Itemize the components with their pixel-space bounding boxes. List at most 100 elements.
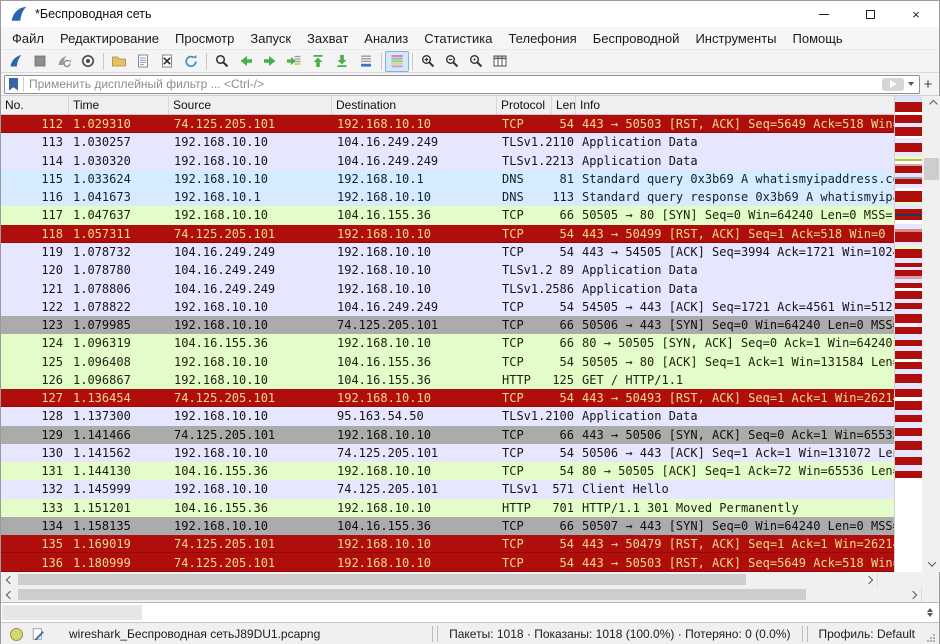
packet-row[interactable]: 1241.096319104.16.155.36192.168.10.10TCP… [1,334,894,352]
packet-row[interactable]: 1151.033624192.168.10.10192.168.10.1DNS8… [1,170,894,188]
reload-file-button[interactable] [179,51,203,72]
column-header-info[interactable]: Info [576,96,894,114]
packet-row[interactable]: 1341.158135192.168.10.10104.16.155.36TCP… [1,517,894,535]
colorize-packets-button[interactable] [385,51,409,72]
packet-row[interactable]: 1351.16901974.125.205.101192.168.10.10TC… [1,535,894,553]
packet-row[interactable]: 1161.041673192.168.10.1192.168.10.10DNS1… [1,188,894,206]
save-file-button[interactable] [131,51,155,72]
capture-options-button[interactable] [76,51,100,72]
go-forward-button[interactable] [258,51,282,72]
column-header-time[interactable]: Time [69,96,169,114]
filter-dropdown-icon[interactable] [908,82,914,86]
column-header-length[interactable]: Length [552,96,576,114]
column-header-destination[interactable]: Destination [332,96,497,114]
column-header-source[interactable]: Source [169,96,332,114]
col-info: 50505 → 80 [ACK] Seq=1 Ack=1 Win=131584 … [576,355,894,369]
hscroll-thumb-2[interactable] [18,589,806,600]
display-filter-input[interactable]: Применить дисплейный фильтр ... <Ctrl-/> [4,75,920,94]
packet-row[interactable]: 1291.14146674.125.205.101192.168.10.10TC… [1,426,894,444]
packet-row[interactable]: 1131.030257192.168.10.10104.16.249.249TL… [1,133,894,151]
menu-item-4[interactable]: Запуск [242,29,299,48]
packet-row[interactable]: 1121.02931074.125.205.101192.168.10.10TC… [1,115,894,133]
stop-capture-button[interactable] [28,51,52,72]
add-filter-button[interactable]: + [920,75,936,94]
col-time: 1.029310 [69,117,169,131]
packet-row[interactable]: 1331.151201104.16.155.36192.168.10.10HTT… [1,499,894,517]
open-file-button[interactable] [107,51,131,72]
menu-item-2[interactable]: Редактирование [52,29,167,48]
scroll-right-button[interactable] [860,572,877,587]
packet-row[interactable]: 1311.144130104.16.155.36192.168.10.10TCP… [1,462,894,480]
menu-item-9[interactable]: Беспроводной [585,29,688,48]
menu-item-3[interactable]: Просмотр [167,29,242,48]
auto-scroll-button[interactable] [354,51,378,72]
packet-row[interactable]: 1201.078780104.16.249.249192.168.10.10TL… [1,261,894,279]
go-to-packet-button[interactable] [282,51,306,72]
menu-item-11[interactable]: Помощь [785,29,851,48]
packet-row[interactable]: 1361.18099974.125.205.101192.168.10.10TC… [1,553,894,571]
vertical-scroll-thumb[interactable] [924,158,939,180]
packet-row[interactable]: 1301.141562192.168.10.1074.125.205.101TC… [1,444,894,462]
pane-spin-control[interactable] [927,608,933,617]
packet-row[interactable]: 1321.145999192.168.10.1074.125.205.101TL… [1,480,894,498]
scroll-left-button[interactable] [1,572,18,587]
packet-minimap[interactable] [894,96,922,572]
menu-item-10[interactable]: Инструменты [687,29,784,48]
capture-comment-icon[interactable] [31,627,45,641]
resize-columns-button[interactable] [488,51,512,72]
packet-row[interactable]: 1181.05731174.125.205.101192.168.10.10TC… [1,225,894,243]
packet-row[interactable]: 1251.096408192.168.10.10104.16.155.36TCP… [1,352,894,370]
col-dst: 74.125.205.101 [332,446,497,460]
packet-row[interactable]: 1261.096867192.168.10.10104.16.155.36HTT… [1,371,894,389]
packet-row[interactable]: 1211.078806104.16.249.249192.168.10.10TL… [1,279,894,297]
hscroll-thumb-1[interactable] [18,574,746,585]
zoom-reset-button[interactable] [464,51,488,72]
packet-row[interactable]: 1281.137300192.168.10.1095.163.54.50TLSv… [1,407,894,425]
column-header-no[interactable]: No. [1,96,69,114]
maximize-button[interactable] [847,1,893,27]
profile-label[interactable]: Профиль: Default [810,627,925,641]
minimize-button[interactable] [801,1,847,27]
menu-item-6[interactable]: Анализ [356,29,416,48]
go-last-packet-button[interactable] [330,51,354,72]
zoom-out-button[interactable] [440,51,464,72]
menu-item-5[interactable]: Захват [299,29,356,48]
find-packet-button[interactable] [210,51,234,72]
menu-item-7[interactable]: Статистика [416,29,500,48]
packet-row[interactable]: 1191.078732104.16.249.249192.168.10.10TC… [1,243,894,261]
apply-filter-button[interactable] [882,78,904,91]
hscroll-track-2[interactable] [18,587,904,602]
packet-row[interactable]: 1271.13645474.125.205.101192.168.10.10TC… [1,389,894,407]
packet-row[interactable]: 1221.078822192.168.10.10104.16.249.249TC… [1,298,894,316]
packet-row[interactable]: 1141.030320192.168.10.10104.16.249.249TL… [1,152,894,170]
pane-scroll-thumb[interactable] [2,605,142,620]
vertical-scrollbar[interactable] [922,96,940,572]
scroll-down-button[interactable] [922,556,940,572]
bookmark-icon[interactable] [8,78,19,91]
go-first-packet-button[interactable] [306,51,330,72]
menu-item-1[interactable]: Файл [4,29,52,48]
vertical-scroll-track[interactable] [922,112,940,556]
hscroll-track-1[interactable] [18,572,860,587]
col-info: 443 → 50493 [RST, ACK] Seq=1 Ack=1 Win=2… [576,391,894,405]
zoom-in-button[interactable] [416,51,440,72]
start-capture-button[interactable] [4,51,28,72]
col-len: 54 [552,245,576,259]
restart-capture-button[interactable] [52,51,76,72]
packet-row[interactable]: 1231.079985192.168.10.1074.125.205.101TC… [1,316,894,334]
col-src: 74.125.205.101 [169,428,332,442]
close-file-button[interactable] [155,51,179,72]
secondary-hscrollbar[interactable] [1,587,939,602]
scroll-right-button-2[interactable] [904,587,921,602]
menu-item-8[interactable]: Телефония [500,29,584,48]
scroll-up-button[interactable] [922,96,940,112]
go-back-button[interactable] [234,51,258,72]
expert-info-icon[interactable] [10,628,23,641]
packet-row[interactable]: 1171.047637192.168.10.10104.16.155.36TCP… [1,206,894,224]
col-len: 89 [552,263,576,277]
packet-list-hscrollbar[interactable] [1,572,939,587]
scroll-left-button-2[interactable] [1,587,18,602]
close-button[interactable]: × [893,1,939,27]
resize-grip[interactable] [926,633,936,643]
column-header-protocol[interactable]: Protocol [497,96,552,114]
